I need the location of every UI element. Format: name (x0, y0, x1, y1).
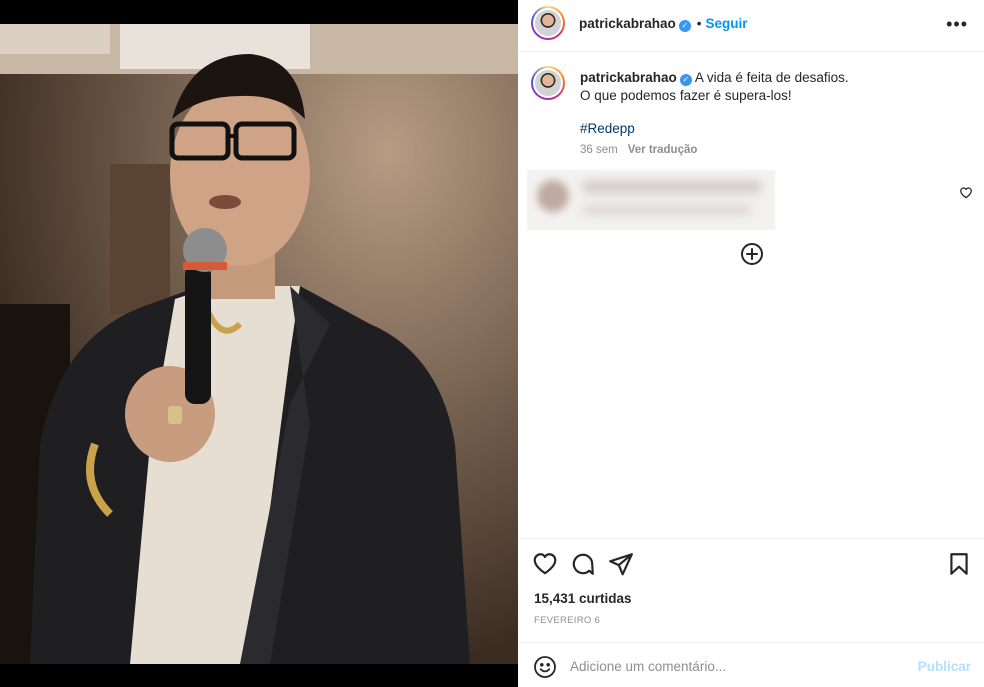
share-icon[interactable] (608, 551, 634, 577)
see-translation-button[interactable]: Ver tradução (628, 144, 698, 156)
emoji-icon[interactable] (533, 655, 557, 679)
post-caption: patrickabrahao ✓ A vida é feita de desafi… (518, 53, 984, 163)
hashtag-link[interactable]: #Redepp (580, 121, 635, 136)
separator-dot: • (696, 16, 702, 31)
comment-item (518, 170, 984, 230)
post-photo[interactable] (0, 0, 518, 687)
caption-meta: 36 sem Ver tradução (580, 144, 697, 156)
more-options-icon[interactable]: ••• (946, 14, 968, 35)
bookmark-icon[interactable] (946, 551, 972, 577)
caption-text: patrickabrahao ✓ A vida é feita de desafi… (580, 69, 970, 105)
post-details-panel: patrickabrahao ✓ • Seguir ••• patrickabraha… (518, 0, 984, 687)
verified-badge-icon: ✓ (678, 20, 691, 32)
comment-like-heart-icon[interactable] (959, 186, 973, 200)
publish-button[interactable]: Publicar (918, 659, 971, 674)
speaker-photo-illustration (0, 24, 518, 664)
post-date[interactable]: FEVEREIRO 6 (534, 615, 600, 626)
plus-circle-icon[interactable] (740, 242, 764, 266)
time-ago[interactable]: 36 sem (580, 144, 618, 156)
username-link[interactable]: patrickabrahao (579, 16, 676, 31)
blurred-comment (527, 170, 775, 230)
header-user: patrickabrahao ✓ • Seguir (579, 16, 748, 32)
follow-button[interactable]: Seguir (706, 16, 748, 31)
likes-count[interactable]: 15,431 curtidas (534, 591, 632, 606)
verified-badge-icon: ✓ (679, 74, 692, 86)
add-comment-bar: Publicar (518, 642, 984, 687)
comment-icon[interactable] (570, 551, 596, 577)
caption-line-1: A vida é feita de desafios. (694, 70, 849, 85)
photo-frame (0, 24, 518, 664)
comment-input[interactable] (570, 655, 900, 677)
post-actions: 15,431 curtidas FEVEREIRO 6 (518, 538, 984, 642)
caption-line-2: O que podemos fazer é supera-los! (580, 88, 792, 103)
caption-avatar[interactable] (531, 66, 565, 100)
post-header: patrickabrahao ✓ • Seguir ••• (518, 0, 984, 52)
avatar[interactable] (531, 6, 565, 40)
caption-username-link[interactable]: patrickabrahao (580, 70, 677, 85)
heart-icon[interactable] (532, 551, 558, 577)
